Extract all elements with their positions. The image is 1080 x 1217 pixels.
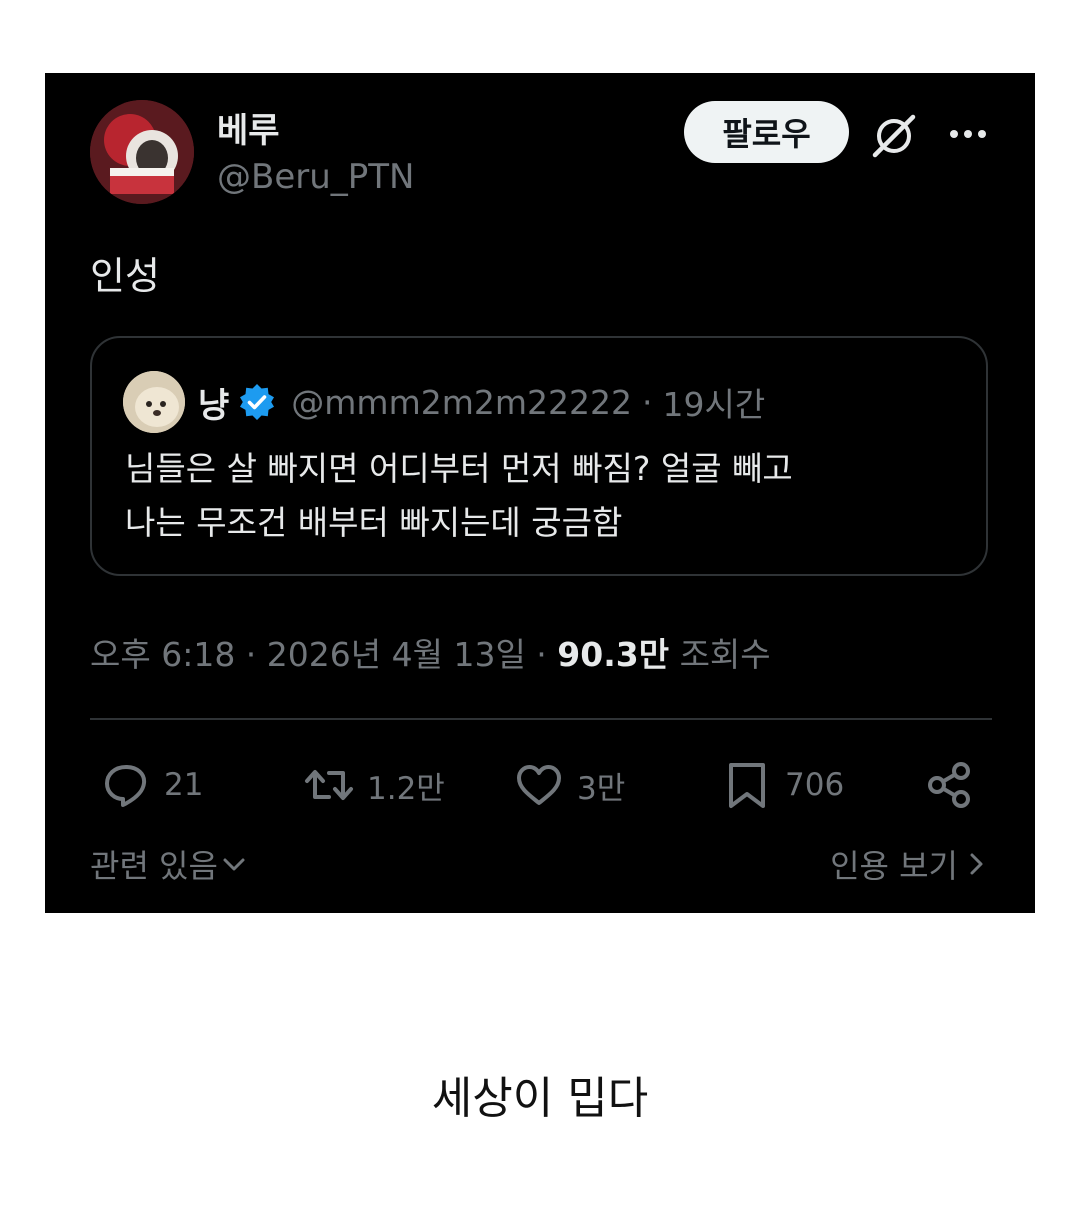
retweet-count: 1.2만 xyxy=(367,770,445,807)
tweet-card: 베루 @Beru_PTN 팔로우 인성 냥 @mmm2m2m22222 · 19… xyxy=(45,73,1035,913)
chevron-down-icon xyxy=(223,858,245,871)
view-count-label: 조회수 xyxy=(669,635,771,674)
view-quotes-label: 인용 보기 xyxy=(830,847,958,885)
quote-handle[interactable]: @mmm2m2m22222 xyxy=(291,383,632,422)
quote-avatar[interactable] xyxy=(123,371,185,433)
view-quotes-link[interactable]: 인용 보기 xyxy=(830,841,990,887)
quote-time[interactable]: 19시간 xyxy=(662,378,765,426)
retweet-icon xyxy=(305,770,353,800)
retweet-button[interactable]: 1.2만 xyxy=(303,755,445,815)
quote-text: 님들은 살 빠지면 어디부터 먼저 빠짐? 얼굴 빼고 나는 무조건 배부터 빠… xyxy=(125,442,965,550)
more-icon[interactable] xyxy=(945,111,991,157)
share-button[interactable] xyxy=(923,755,987,815)
bookmark-button[interactable]: 706 xyxy=(721,755,844,815)
author-handle[interactable]: @Beru_PTN xyxy=(217,157,414,197)
view-count: 90.3만 xyxy=(557,635,670,674)
reply-count: 21 xyxy=(164,767,204,803)
chevron-right-icon xyxy=(970,853,983,875)
author-avatar[interactable] xyxy=(90,100,194,204)
divider xyxy=(90,718,992,720)
reply-icon xyxy=(105,765,147,807)
follow-button[interactable]: 팔로우 xyxy=(684,101,849,163)
quote-separator: · xyxy=(641,382,653,422)
quote-meta: 냥 @mmm2m2m22222 · 19시간 xyxy=(198,378,765,426)
like-icon xyxy=(517,765,561,805)
like-button[interactable]: 3만 xyxy=(513,755,625,815)
bookmark-icon xyxy=(729,763,765,808)
quote-text-line-1: 님들은 살 빠지면 어디부터 먼저 빠짐? 얼굴 빼고 xyxy=(125,449,793,488)
reply-button[interactable]: 21 xyxy=(100,755,203,815)
quote-display-name[interactable]: 냥 xyxy=(198,378,229,427)
share-icon xyxy=(928,762,970,808)
tweet-timestamp[interactable]: 오후 6:18 · 2026년 4월 13일 · xyxy=(90,635,557,674)
related-label: 관련 있음 xyxy=(90,847,218,885)
tweet-text: 인성 xyxy=(90,254,160,298)
tweet-meta: 오후 6:18 · 2026년 4월 13일 · 90.3만 조회수 xyxy=(90,628,771,676)
quote-text-line-2: 나는 무조건 배부터 빠지는데 궁금함 xyxy=(125,503,623,542)
grok-icon[interactable] xyxy=(869,111,919,161)
post-caption: 세상이 밉다 xyxy=(431,1073,649,1124)
verified-badge-icon xyxy=(240,384,275,420)
author-display-name[interactable]: 베루 xyxy=(217,103,280,152)
like-count: 3만 xyxy=(577,770,626,807)
quoted-tweet[interactable]: 냥 @mmm2m2m22222 · 19시간 님들은 살 빠지면 어디부터 먼저… xyxy=(90,336,988,576)
related-toggle[interactable]: 관련 있음 xyxy=(90,841,248,887)
bookmark-count: 706 xyxy=(785,767,845,803)
